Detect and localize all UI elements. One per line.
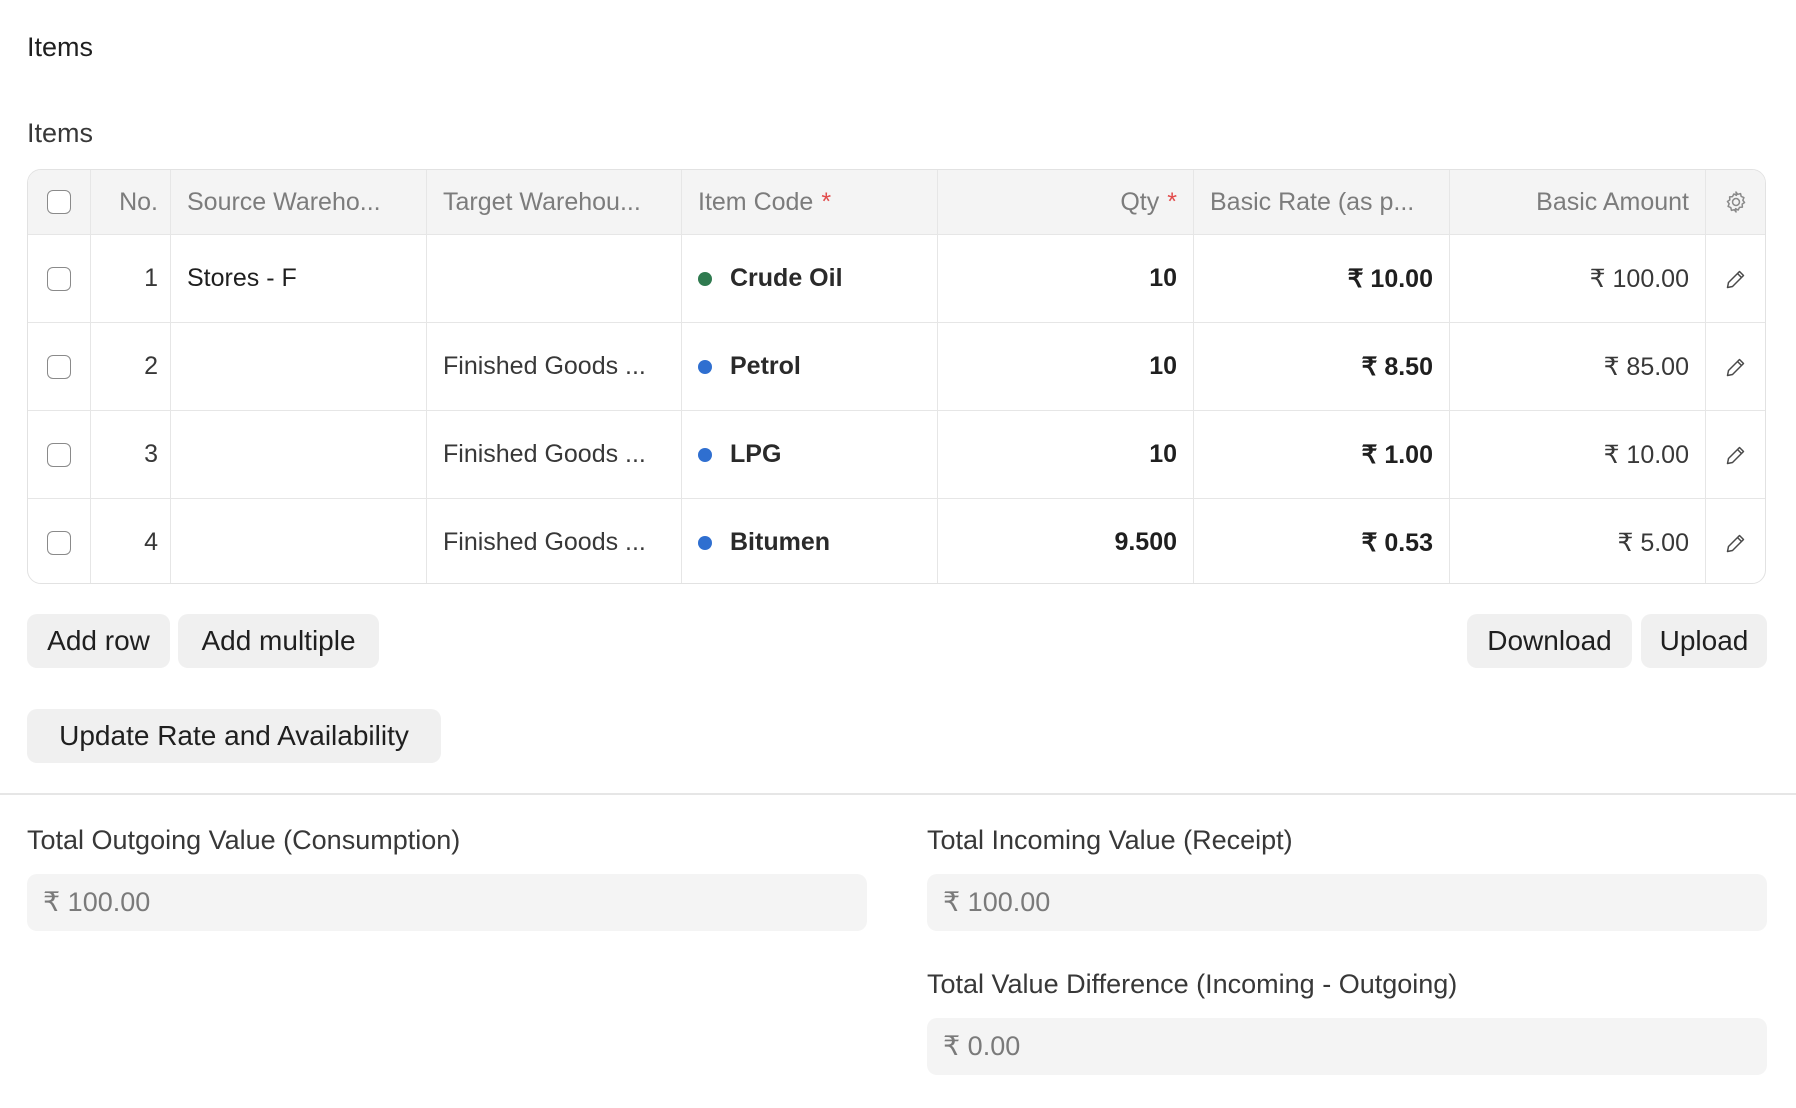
total-outgoing-field: ₹ 100.00	[27, 874, 867, 931]
add-multiple-button[interactable]: Add multiple	[178, 614, 379, 668]
qty-cell[interactable]: 10	[937, 235, 1193, 322]
total-difference-field: ₹ 0.00	[927, 1018, 1767, 1075]
basic-amount-cell: ₹ 85.00	[1449, 323, 1705, 410]
required-marker: *	[1167, 187, 1177, 216]
header-source-warehouse[interactable]: Source Wareho...	[170, 170, 426, 234]
target-warehouse-cell[interactable]	[426, 235, 681, 322]
items-grid: No. Source Wareho... Target Warehou... I…	[27, 169, 1766, 584]
item-code-value: LPG	[730, 440, 782, 468]
pencil-icon	[1726, 534, 1744, 552]
item-code-cell[interactable]: Crude Oil	[681, 235, 937, 322]
total-incoming-field: ₹ 100.00	[927, 874, 1767, 931]
target-warehouse-cell[interactable]: Finished Goods ...	[426, 499, 681, 583]
qty-cell[interactable]: 9.500	[937, 499, 1193, 583]
row-checkbox[interactable]	[47, 442, 71, 467]
qty-cell[interactable]: 10	[937, 411, 1193, 498]
row-checkbox[interactable]	[47, 354, 71, 379]
item-code-cell[interactable]: LPG	[681, 411, 937, 498]
table-row[interactable]: 4 Finished Goods ... Bitumen 9.500 ₹ 0.5…	[28, 498, 1765, 583]
row-select-cell	[28, 411, 90, 498]
pencil-icon	[1726, 358, 1744, 376]
gear-icon	[1726, 191, 1745, 213]
item-code-value: Petrol	[730, 352, 801, 380]
row-select-cell	[28, 499, 90, 583]
qty-cell[interactable]: 10	[937, 323, 1193, 410]
header-basic-amount[interactable]: Basic Amount	[1449, 170, 1705, 234]
row-number: 3	[90, 411, 170, 498]
download-button[interactable]: Download	[1467, 614, 1632, 668]
table-row[interactable]: 2 Finished Goods ... Petrol 10 ₹ 8.50 ₹ …	[28, 322, 1765, 410]
basic-rate-cell[interactable]: ₹ 10.00	[1193, 235, 1449, 322]
basic-rate-cell[interactable]: ₹ 1.00	[1193, 411, 1449, 498]
item-code-cell[interactable]: Bitumen	[681, 499, 937, 583]
basic-amount-cell: ₹ 10.00	[1449, 411, 1705, 498]
edit-row-button[interactable]	[1705, 323, 1765, 410]
table-row[interactable]: 1 Stores - F Crude Oil 10 ₹ 10.00 ₹ 100.…	[28, 234, 1765, 322]
basic-amount-cell: ₹ 100.00	[1449, 235, 1705, 322]
basic-rate-cell[interactable]: ₹ 0.53	[1193, 499, 1449, 583]
total-difference-label: Total Value Difference (Incoming - Outgo…	[927, 969, 1458, 999]
header-no: No.	[90, 170, 170, 234]
total-incoming-label: Total Incoming Value (Receipt)	[927, 825, 1293, 855]
status-dot-icon	[698, 271, 712, 286]
select-all-cell	[28, 170, 90, 234]
edit-row-button[interactable]	[1705, 411, 1765, 498]
required-marker: *	[821, 187, 832, 216]
row-number: 1	[90, 235, 170, 322]
edit-row-button[interactable]	[1705, 235, 1765, 322]
row-select-cell	[28, 323, 90, 410]
target-warehouse-cell[interactable]: Finished Goods ...	[426, 411, 681, 498]
grid-header-row: No. Source Wareho... Target Warehou... I…	[28, 170, 1765, 234]
pencil-icon	[1726, 270, 1744, 288]
status-dot-icon	[698, 359, 712, 374]
header-target-warehouse[interactable]: Target Warehou...	[426, 170, 681, 234]
add-row-button[interactable]: Add row	[27, 614, 170, 668]
target-warehouse-cell[interactable]: Finished Goods ...	[426, 323, 681, 410]
header-item-code-label: Item Code	[698, 187, 814, 216]
row-checkbox[interactable]	[47, 266, 71, 291]
row-number: 4	[90, 499, 170, 583]
select-all-checkbox[interactable]	[47, 190, 71, 214]
source-warehouse-cell[interactable]	[170, 411, 426, 498]
row-checkbox[interactable]	[47, 530, 71, 555]
pencil-icon	[1726, 446, 1744, 464]
item-code-value: Bitumen	[730, 528, 830, 556]
status-dot-icon	[698, 535, 712, 550]
section-divider	[0, 793, 1796, 795]
source-warehouse-cell[interactable]	[170, 499, 426, 583]
header-item-code[interactable]: Item Code *	[681, 170, 937, 234]
upload-button[interactable]: Upload	[1641, 614, 1767, 668]
basic-amount-cell: ₹ 5.00	[1449, 499, 1705, 583]
source-warehouse-cell[interactable]	[170, 323, 426, 410]
row-number: 2	[90, 323, 170, 410]
table-row[interactable]: 3 Finished Goods ... LPG 10 ₹ 1.00 ₹ 10.…	[28, 410, 1765, 498]
items-grid-label: Items	[27, 118, 94, 148]
column-settings-button[interactable]	[1705, 170, 1765, 234]
edit-row-button[interactable]	[1705, 499, 1765, 583]
header-qty[interactable]: Qty *	[937, 170, 1193, 234]
update-rate-availability-button[interactable]: Update Rate and Availability	[27, 709, 441, 763]
item-code-value: Crude Oil	[730, 264, 843, 292]
item-code-cell[interactable]: Petrol	[681, 323, 937, 410]
source-warehouse-cell[interactable]: Stores - F	[170, 235, 426, 322]
row-select-cell	[28, 235, 90, 322]
basic-rate-cell[interactable]: ₹ 8.50	[1193, 323, 1449, 410]
header-basic-rate[interactable]: Basic Rate (as p...	[1193, 170, 1449, 234]
section-title: Items	[27, 32, 94, 62]
header-qty-label: Qty	[1120, 187, 1160, 216]
total-outgoing-label: Total Outgoing Value (Consumption)	[27, 825, 461, 855]
status-dot-icon	[698, 447, 712, 462]
